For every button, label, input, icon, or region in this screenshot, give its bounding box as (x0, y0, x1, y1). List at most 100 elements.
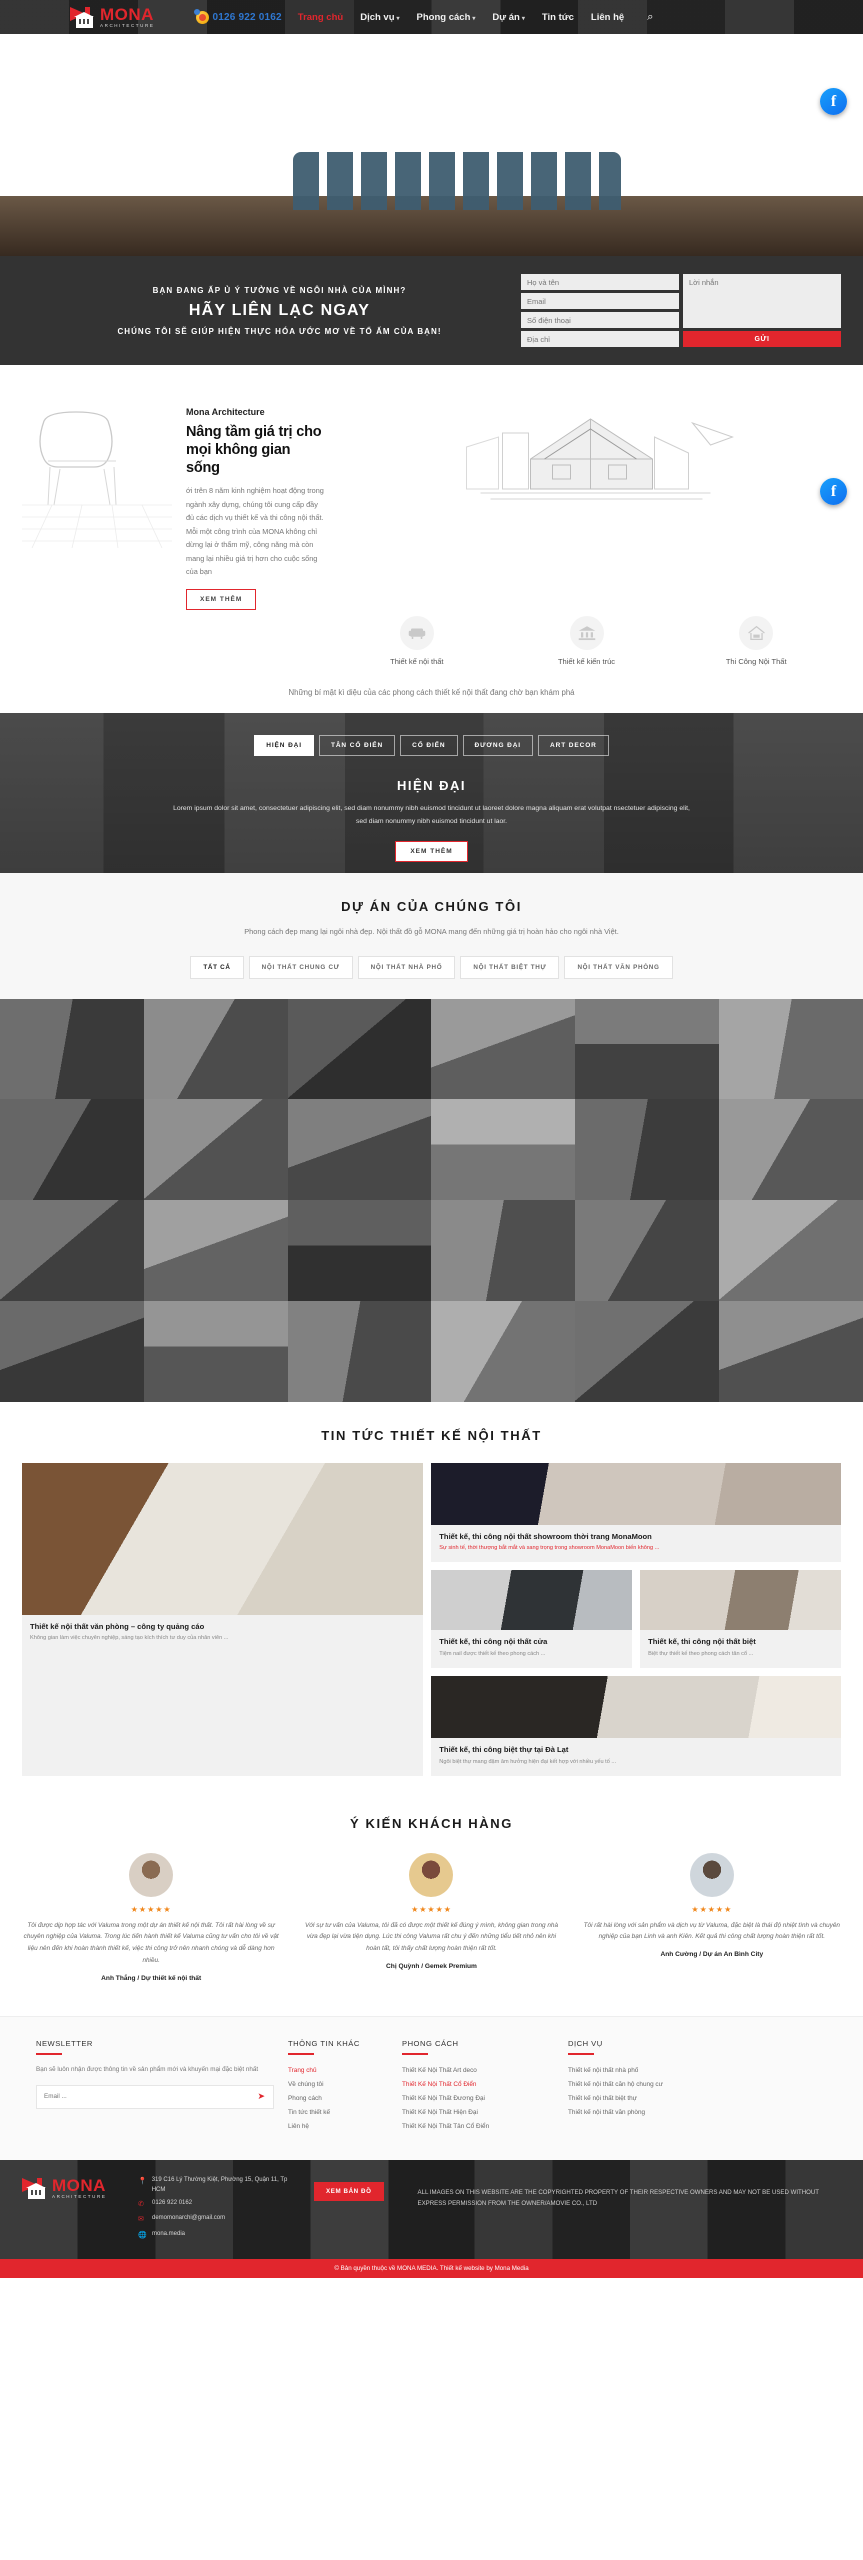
messenger-chat-icon[interactable]: f (820, 478, 847, 505)
news-card-excerpt: Biệt thự thiết kế theo phong cách tân cổ… (648, 1651, 754, 1658)
project-thumbnail[interactable] (719, 1300, 863, 1402)
nav-item-dich-vu[interactable]: Dịch vụ ▾ (360, 12, 399, 23)
project-thumbnail[interactable] (0, 1300, 144, 1402)
project-thumbnail[interactable] (287, 1099, 432, 1201)
footer-link[interactable]: Liên hệ (288, 2120, 388, 2134)
project-thumbnail[interactable] (431, 1200, 576, 1301)
search-icon[interactable]: ⌕ (647, 11, 653, 24)
logo-text: MONA ARCHITECTURE (100, 6, 154, 29)
project-thumbnail[interactable] (287, 1200, 432, 1301)
project-thumbnail[interactable] (719, 1099, 863, 1201)
project-thumbnail[interactable] (143, 1099, 288, 1201)
newsletter-email-input[interactable] (37, 2093, 258, 2101)
project-thumbnail[interactable] (575, 1099, 720, 1201)
footer-link[interactable]: Thiết kế nội thất nhà phố (568, 2064, 728, 2078)
hero-slider-dots[interactable] (839, 134, 845, 164)
header-hotline[interactable]: 0126 922 0162 (194, 8, 282, 24)
project-thumbnail[interactable] (287, 998, 432, 1100)
nav-item-phong-cach[interactable]: Phong cách ▾ (417, 12, 476, 23)
filter-tat-ca[interactable]: TẤT CẢ (190, 955, 244, 979)
testimonial-text: Tôi được dịp hợp tác với Valuma trong mộ… (23, 1921, 279, 1965)
testimonial-author: Anh Cường / Dự án An Bình City (660, 1951, 764, 1959)
project-thumbnail[interactable] (575, 1200, 720, 1301)
chair-illustration (22, 393, 172, 549)
newsletter-form: ➤ (36, 2084, 274, 2109)
footer-email[interactable]: demomonarchi@gmail.com (152, 2214, 225, 2224)
nav-item-lien-he[interactable]: Liên hệ (591, 12, 624, 23)
nav-item-trang-chu[interactable]: Trang chủ (298, 12, 343, 23)
project-thumbnail[interactable] (719, 1200, 863, 1301)
phone-field[interactable] (521, 312, 679, 328)
view-map-button[interactable]: XEM BẢN ĐỒ (314, 2181, 384, 2201)
hero-slider[interactable] (0, 34, 863, 256)
nav-item-du-an[interactable]: Dự án ▾ (492, 12, 524, 23)
name-field[interactable] (521, 274, 679, 290)
project-thumbnail[interactable] (143, 1200, 288, 1301)
footer-logo[interactable]: MONA ARCHITECTURE (22, 2176, 122, 2200)
footer-link[interactable]: Phong cách (288, 2092, 388, 2106)
nav-label: Dịch vụ (360, 11, 395, 23)
project-thumbnail[interactable] (0, 1200, 144, 1301)
news-card-dalat[interactable]: Thiết kế, thi công biệt thự tại Đà Lạt N… (431, 1675, 841, 1776)
footer-link[interactable]: Thiết Kế Nội Thất Hiện Đại (402, 2106, 554, 2120)
nav-item-tin-tuc[interactable]: Tin tức (542, 12, 574, 23)
footer-link[interactable]: Thiết Kế Nội Thất Art deco (402, 2064, 554, 2078)
footer-link[interactable]: Thiết Kế Nội Thất Cổ Điển (402, 2078, 554, 2092)
footer-link[interactable]: Về chúng tôi (288, 2078, 388, 2092)
slider-dot[interactable] (839, 134, 845, 140)
about-section: Mona Architecture Nâng tầm giá trị cho m… (0, 365, 863, 610)
slider-dot[interactable] (839, 158, 845, 164)
project-thumbnail[interactable] (0, 1099, 144, 1201)
site-logo[interactable]: MONA ARCHITECTURE (70, 5, 154, 29)
messenger-chat-icon[interactable]: f (820, 88, 847, 115)
house-icon (739, 615, 774, 650)
send-icon[interactable]: ➤ (257, 2091, 273, 2102)
filter-noi-that-nha-pho[interactable]: NỘI THẤT NHÀ PHỐ (357, 955, 456, 979)
message-field[interactable] (683, 274, 841, 328)
project-thumbnail[interactable] (431, 998, 576, 1100)
style-tab-tan-co-dien[interactable]: TÂN CỔ ĐIỂN (318, 734, 396, 756)
slider-dot[interactable] (839, 146, 845, 152)
project-thumbnail[interactable] (431, 1300, 576, 1402)
style-tab-co-dien[interactable]: CỔ ĐIỂN (400, 734, 458, 756)
style-readmore-button[interactable]: XEM THÊM (395, 840, 468, 862)
project-thumbnail[interactable] (431, 1099, 576, 1201)
footer-legal-text: ALL IMAGES ON THIS WEBSITE ARE THE COPYR… (417, 2188, 819, 2207)
news-card-nail-salon[interactable]: Thiết kế, thi công nội thất cửa Tiệm nai… (431, 1570, 633, 1668)
project-thumbnail[interactable] (287, 1300, 432, 1402)
project-thumbnail[interactable] (143, 1300, 288, 1402)
filter-noi-that-chung-cu[interactable]: NỘI THẤT CHUNG CƯ (248, 955, 353, 979)
news-card-villa[interactable]: Thiết kế, thi công nội thất biệt Biệt th… (640, 1570, 842, 1668)
footer-link[interactable]: Thiết kế nội thất căn hộ chung cư (568, 2078, 728, 2092)
footer-link[interactable]: Thiết kế nội thất biệt thự (568, 2092, 728, 2106)
project-thumbnail[interactable] (575, 998, 720, 1100)
about-readmore-button[interactable]: XEM THÊM (186, 588, 257, 610)
footer-website[interactable]: mona.media (152, 2230, 185, 2240)
email-field[interactable] (521, 293, 679, 309)
news-card-main[interactable]: Thiết kế nội thất văn phòng – công ty qu… (22, 1462, 424, 1776)
style-tab-art-decor[interactable]: ART DECOR (538, 734, 609, 756)
service-item-interior-construction[interactable]: Thi Công Nội Thất (671, 615, 841, 666)
contact-line-1: BẠN ĐANG ẤP Ủ Ý TƯỞNG VỀ NGÔI NHÀ CỦA MÌ… (152, 285, 407, 295)
footer-link[interactable]: Trang chủ (288, 2064, 388, 2078)
project-thumbnail[interactable] (719, 998, 863, 1100)
address-field[interactable] (521, 331, 679, 347)
service-item-architecture-design[interactable]: Thiết kế kiến trúc (502, 615, 672, 666)
style-tab-duong-dai[interactable]: ĐƯƠNG ĐẠI (462, 734, 533, 756)
style-tab-hien-dai[interactable]: HIỆN ĐẠI (254, 734, 314, 756)
submit-button[interactable]: GỬI (683, 331, 841, 347)
footer-link[interactable]: Thiết kế nội thất văn phòng (568, 2106, 728, 2120)
project-thumbnail[interactable] (575, 1300, 720, 1402)
footer-link[interactable]: Thiết Kế Nội Thất Tân Cổ Điển (402, 2120, 554, 2134)
footer-phone[interactable]: 0126 922 0162 (152, 2199, 192, 2209)
filter-noi-that-biet-thu[interactable]: NỘI THẤT BIỆT THỰ (460, 955, 560, 979)
service-item-interior-design[interactable]: Thiết kế nội thất (332, 615, 502, 666)
divider (288, 2052, 314, 2055)
project-thumbnail[interactable] (0, 998, 144, 1100)
project-thumbnail[interactable] (143, 998, 288, 1100)
hotline-number: 0126 922 0162 (212, 11, 282, 23)
footer-link[interactable]: Thiết Kế Nội Thất Đương Đại (402, 2092, 554, 2106)
filter-noi-that-van-phong[interactable]: NỘI THẤT VĂN PHÒNG (564, 955, 673, 979)
news-card-showroom[interactable]: Thiết kế, thi công nội thất showroom thờ… (431, 1462, 841, 1563)
footer-link[interactable]: Tin tức thiết kế (288, 2106, 388, 2120)
